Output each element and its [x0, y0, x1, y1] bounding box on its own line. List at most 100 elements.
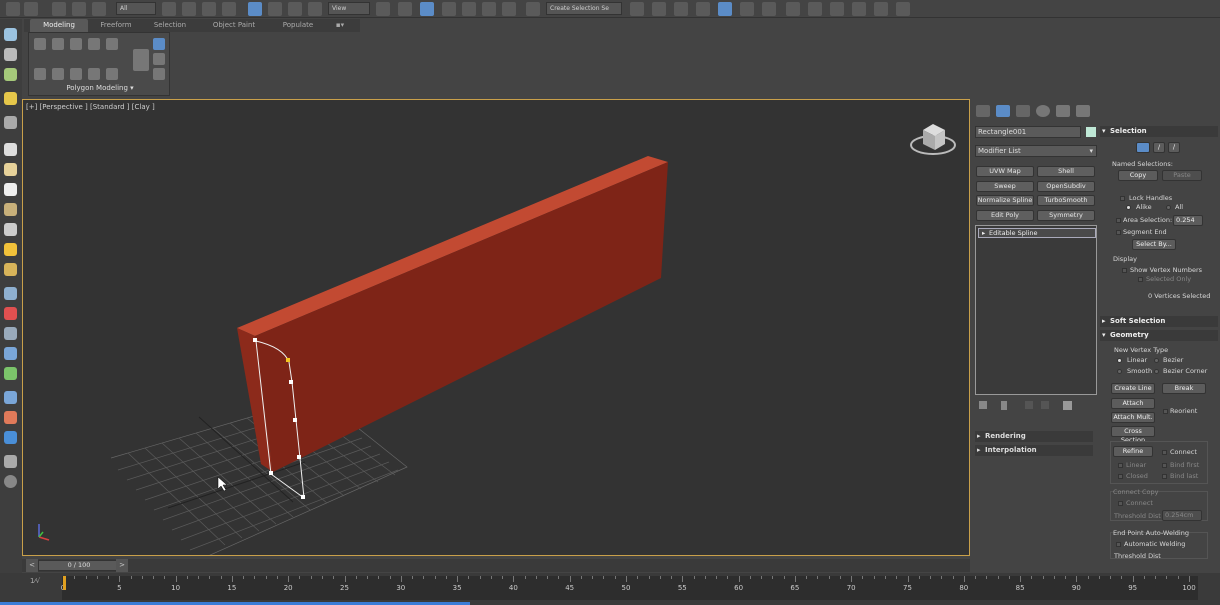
- utilities-tab-icon[interactable]: [1076, 105, 1090, 117]
- select-scale-icon[interactable]: [288, 2, 302, 16]
- bezier-corner-radio[interactable]: [1154, 369, 1159, 374]
- keyboard-shortcut-icon[interactable]: [420, 2, 434, 16]
- placement-icon[interactable]: [308, 2, 322, 16]
- display-tab-icon[interactable]: [1056, 105, 1070, 117]
- ribbon-toggle-icon[interactable]: [153, 38, 165, 50]
- modifier-list-dropdown[interactable]: Modifier List ▾: [975, 145, 1097, 157]
- normalize-spline-button[interactable]: Normalize Spline: [976, 195, 1034, 206]
- create-tab-icon[interactable]: [976, 105, 990, 117]
- selection-rollout-header[interactable]: ▾ Selection: [1100, 126, 1218, 137]
- link-icon[interactable]: [52, 2, 66, 16]
- bezier-radio[interactable]: [1154, 358, 1159, 363]
- bind-space-warp-icon[interactable]: [92, 2, 106, 16]
- helpers-icon[interactable]: [4, 116, 17, 129]
- linear-checkbox[interactable]: [1118, 463, 1123, 468]
- named-selection-dropdown[interactable]: Create Selection Se: [546, 2, 622, 15]
- create-icon[interactable]: [4, 28, 17, 41]
- all-radio[interactable]: [1166, 205, 1171, 210]
- ribbon-tool-icon[interactable]: [52, 38, 64, 50]
- select-move-icon[interactable]: [248, 2, 262, 16]
- render-cloud-icon[interactable]: [874, 2, 888, 16]
- tab-populate[interactable]: Populate: [272, 19, 324, 32]
- align-icon[interactable]: [652, 2, 666, 16]
- remove-modifier-icon[interactable]: [1041, 401, 1049, 409]
- attach-button[interactable]: Attach: [1111, 398, 1155, 409]
- ribbon-tool-icon[interactable]: [153, 68, 165, 80]
- soft-selection-rollout-header[interactable]: ▸ Soft Selection: [1100, 316, 1218, 327]
- help-icon[interactable]: [4, 475, 17, 488]
- foliage-icon[interactable]: [4, 367, 17, 380]
- geosphere-icon[interactable]: [4, 263, 17, 276]
- render-setup-icon[interactable]: [808, 2, 822, 16]
- time-slider-thumb[interactable]: 0 / 100: [38, 560, 120, 571]
- reference-coord-dropdown[interactable]: View: [328, 2, 370, 15]
- current-frame-indicator[interactable]: [63, 576, 66, 590]
- cameras-icon[interactable]: [4, 92, 17, 105]
- smooth-radio[interactable]: [1117, 369, 1122, 374]
- hierarchy-tab-icon[interactable]: [1016, 105, 1030, 117]
- configure-modifier-sets-icon[interactable]: [1063, 401, 1072, 410]
- closed-checkbox[interactable]: [1118, 474, 1123, 479]
- percent-snap-icon[interactable]: [482, 2, 496, 16]
- area-selection-spinner[interactable]: 0.254: [1173, 215, 1203, 226]
- paste-button[interactable]: Paste: [1162, 170, 1202, 181]
- undo-icon[interactable]: [6, 2, 20, 16]
- select-rotate-icon[interactable]: [268, 2, 282, 16]
- threshold-dist-spinner[interactable]: 0.254cm: [1162, 510, 1202, 521]
- track-bar-toggle-icon[interactable]: 1⁄√: [30, 577, 50, 589]
- connect-checkbox[interactable]: [1162, 450, 1167, 455]
- motion-tab-icon[interactable]: [1036, 105, 1050, 117]
- redo-icon[interactable]: [24, 2, 38, 16]
- make-unique-icon[interactable]: [1025, 401, 1033, 409]
- cross-section-button[interactable]: Cross Section: [1111, 426, 1155, 444]
- tab-object-paint[interactable]: Object Paint: [196, 19, 272, 32]
- sweep-button[interactable]: Sweep: [976, 181, 1034, 192]
- rect-selection-icon[interactable]: [202, 2, 216, 16]
- modifier-stack[interactable]: ▸ Editable Spline: [975, 225, 1097, 395]
- sun-icon[interactable]: [4, 243, 17, 256]
- select-object-icon[interactable]: [162, 2, 176, 16]
- paint-icon[interactable]: [4, 307, 17, 320]
- modify-tab-icon[interactable]: [996, 105, 1010, 117]
- edit-poly-button[interactable]: Edit Poly: [976, 210, 1034, 221]
- tab-selection[interactable]: Selection: [144, 19, 196, 32]
- time-slider[interactable]: < 0 / 100 >: [22, 559, 970, 572]
- cylinder-icon[interactable]: [4, 163, 17, 176]
- pin-stack-icon[interactable]: [979, 401, 987, 409]
- linear-radio[interactable]: [1117, 358, 1122, 363]
- bind-last-checkbox[interactable]: [1162, 474, 1167, 479]
- select-by-name-icon[interactable]: [182, 2, 196, 16]
- lock-handles-checkbox[interactable]: [1120, 196, 1125, 201]
- turbosmooth-button[interactable]: TurboSmooth: [1037, 195, 1095, 206]
- uvw-map-button[interactable]: UVW Map: [976, 166, 1034, 177]
- automatic-welding-checkbox[interactable]: [1116, 542, 1121, 547]
- ribbon-tool-icon[interactable]: [34, 38, 46, 50]
- object-color-swatch[interactable]: [1086, 127, 1096, 137]
- mirror-icon[interactable]: [630, 2, 644, 16]
- angle-snap-icon[interactable]: [462, 2, 476, 16]
- expand-arrow-icon[interactable]: ▸: [982, 229, 985, 237]
- cone-icon[interactable]: [4, 223, 17, 236]
- schematic-view-icon[interactable]: [762, 2, 776, 16]
- object-icon[interactable]: [4, 431, 17, 444]
- spline-level-icon[interactable]: ∕: [1168, 142, 1180, 153]
- ribbon-tool-icon[interactable]: [88, 68, 100, 80]
- unlink-icon[interactable]: [72, 2, 86, 16]
- segment-end-checkbox[interactable]: [1116, 230, 1121, 235]
- ribbon-tool-icon[interactable]: [88, 38, 100, 50]
- ribbon-options-icon[interactable]: ▪▾: [330, 19, 350, 32]
- ribbon-tool-icon[interactable]: [70, 68, 82, 80]
- pivot-icon[interactable]: [376, 2, 390, 16]
- show-end-result-icon[interactable]: [1001, 401, 1007, 410]
- shell-button[interactable]: Shell: [1037, 166, 1095, 177]
- palette-icon[interactable]: [4, 411, 17, 424]
- rendered-frame-icon[interactable]: [830, 2, 844, 16]
- snaps-toggle-icon[interactable]: [442, 2, 456, 16]
- prev-frame-button[interactable]: <: [26, 559, 38, 572]
- ribbon-tool-icon[interactable]: [52, 68, 64, 80]
- object-name-field[interactable]: Rectangle001: [975, 126, 1081, 138]
- refine-button[interactable]: Refine: [1113, 446, 1153, 457]
- bind-first-checkbox[interactable]: [1162, 463, 1167, 468]
- curve-editor-icon[interactable]: [740, 2, 754, 16]
- render-production-icon[interactable]: [852, 2, 866, 16]
